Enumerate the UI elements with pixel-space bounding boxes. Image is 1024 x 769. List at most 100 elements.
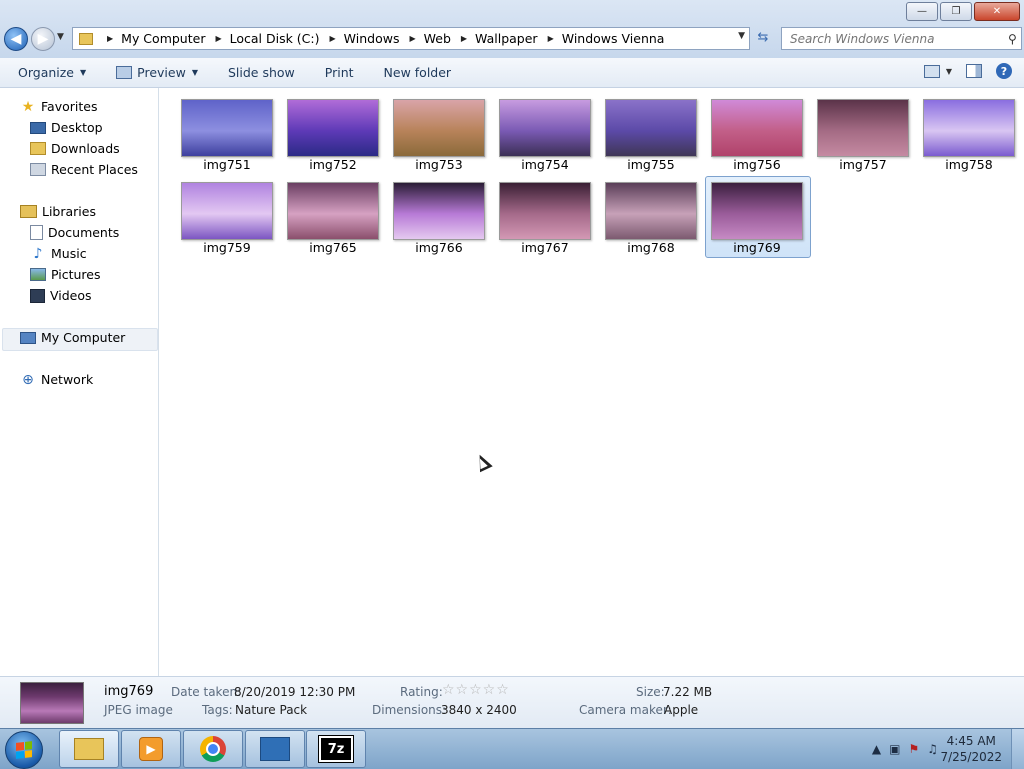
file-tile[interactable]: img767 xyxy=(493,176,599,258)
computer-icon xyxy=(20,331,36,344)
breadcrumb-local-disk[interactable]: Local Disk (C:) xyxy=(230,31,320,46)
breadcrumb-wallpaper[interactable]: Wallpaper xyxy=(475,31,538,46)
file-tile[interactable]: img765 xyxy=(281,176,387,258)
file-name-label: img754 xyxy=(521,157,569,172)
volume-icon[interactable]: ♫ xyxy=(927,742,938,756)
action-center-icon[interactable]: ⚑ xyxy=(908,742,919,756)
file-tile[interactable]: img759 xyxy=(175,176,281,258)
file-name-label: img756 xyxy=(733,157,781,172)
image-thumbnail xyxy=(181,99,273,157)
show-desktop-button[interactable] xyxy=(1011,729,1024,769)
chevron-right-icon[interactable]: ▶ xyxy=(409,34,415,43)
chevron-right-icon[interactable]: ▶ xyxy=(330,34,336,43)
taskbar-explorer-button[interactable] xyxy=(59,730,119,768)
breadcrumb-windows[interactable]: Windows xyxy=(344,31,400,46)
image-thumbnail xyxy=(499,99,591,157)
chevron-down-icon: ▼ xyxy=(80,68,87,77)
nav-downloads[interactable]: Downloads xyxy=(30,141,120,156)
chevron-right-icon[interactable]: ▶ xyxy=(107,34,113,43)
file-tile[interactable]: img768 xyxy=(599,176,705,258)
file-name-label: img768 xyxy=(627,240,675,255)
back-button[interactable]: ◀ xyxy=(4,27,28,51)
chevron-right-icon[interactable]: ▶ xyxy=(548,34,554,43)
system-tray: ▲ ▣ ⚑ ♫ xyxy=(872,742,938,756)
network-icon: ⊕ xyxy=(22,371,34,388)
nav-label: Network xyxy=(41,372,94,387)
file-tile[interactable]: img766 xyxy=(387,176,493,258)
show-hidden-icons-icon[interactable]: ▲ xyxy=(872,742,881,756)
file-name-label: img757 xyxy=(839,157,887,172)
chevron-right-icon[interactable]: ▶ xyxy=(461,34,467,43)
file-name-label: img758 xyxy=(945,157,993,172)
search-box[interactable]: ⚲ xyxy=(781,27,1022,50)
print-button[interactable]: Print xyxy=(325,65,354,80)
new-folder-button[interactable]: New folder xyxy=(384,65,452,80)
address-bar[interactable]: ▶ My Computer ▶ Local Disk (C:) ▶ Window… xyxy=(72,27,750,50)
file-tile[interactable]: img756 xyxy=(705,93,811,175)
chevron-right-icon[interactable]: ▶ xyxy=(215,34,221,43)
file-tile[interactable]: img753 xyxy=(387,93,493,175)
help-icon[interactable]: ? xyxy=(996,63,1012,79)
nav-documents[interactable]: Documents xyxy=(30,225,119,240)
rating-label: Rating: xyxy=(400,685,443,699)
file-tile[interactable]: img755 xyxy=(599,93,705,175)
preview-pane-icon[interactable] xyxy=(966,64,982,78)
preview-button[interactable]: Preview ▼ xyxy=(116,65,198,80)
nav-libraries[interactable]: Libraries xyxy=(20,204,96,219)
details-pane: img769 JPEG image Date taken: 8/20/2019 … xyxy=(0,676,1024,729)
file-tile[interactable]: img754 xyxy=(493,93,599,175)
network-status-icon[interactable]: ▣ xyxy=(889,742,900,756)
image-thumbnail xyxy=(711,182,803,240)
file-tile[interactable]: img758 xyxy=(917,93,1023,175)
nav-my-computer[interactable]: My Computer xyxy=(20,330,125,345)
recent-pages-dropdown[interactable]: ▼ xyxy=(57,32,64,42)
file-name-label: img767 xyxy=(521,240,569,255)
breadcrumb-web[interactable]: Web xyxy=(424,31,451,46)
search-input[interactable] xyxy=(788,30,1002,47)
nav-network[interactable]: ⊕ Network xyxy=(20,371,94,388)
file-name-label: img752 xyxy=(309,157,357,172)
taskbar-7zip-button[interactable]: 7z xyxy=(306,730,366,768)
film-icon xyxy=(30,288,45,303)
taskbar-chrome-button[interactable] xyxy=(183,730,243,768)
maximize-button[interactable]: ❐ xyxy=(940,2,972,21)
nav-videos[interactable]: Videos xyxy=(30,288,92,303)
file-tile[interactable]: img757 xyxy=(811,93,917,175)
file-tile[interactable]: img769 xyxy=(705,176,811,258)
nav-label: Documents xyxy=(48,225,120,240)
nav-music[interactable]: ♪ Music xyxy=(30,246,87,262)
taskbar-clock[interactable]: 4:45 AM 7/25/2022 xyxy=(940,733,1002,765)
organize-button[interactable]: Organize ▼ xyxy=(18,65,86,80)
details-file-type: JPEG image xyxy=(104,703,173,717)
nav-recent-places[interactable]: Recent Places xyxy=(30,162,138,177)
breadcrumb-windows-vienna[interactable]: Windows Vienna xyxy=(562,31,665,46)
nav-label: Favorites xyxy=(41,99,98,114)
date-taken-value[interactable]: 8/20/2019 12:30 PM xyxy=(234,685,355,699)
taskbar-control-panel-button[interactable] xyxy=(245,730,305,768)
refresh-button[interactable]: ⇆ xyxy=(752,27,774,48)
forward-button[interactable]: ▶ xyxy=(31,27,55,51)
tags-value[interactable]: Nature Pack xyxy=(235,703,307,717)
camera-maker-label: Camera maker: xyxy=(579,703,672,717)
taskbar: ▶ 7z ▲ ▣ ⚑ ♫ 4:45 AM 7/25/2022 xyxy=(0,728,1024,769)
minimize-button[interactable]: — xyxy=(906,2,938,21)
downloads-folder-icon xyxy=(30,142,46,155)
change-view-icon[interactable] xyxy=(923,64,940,78)
slideshow-button[interactable]: Slide show xyxy=(228,65,295,80)
taskbar-media-player-button[interactable]: ▶ xyxy=(121,730,181,768)
rating-stars[interactable]: ☆☆☆☆☆ xyxy=(442,682,510,698)
nav-pictures[interactable]: Pictures xyxy=(30,267,101,282)
control-panel-icon xyxy=(260,737,290,761)
camera-maker-value[interactable]: Apple xyxy=(664,703,698,717)
file-tile[interactable]: img752 xyxy=(281,93,387,175)
start-button[interactable] xyxy=(5,731,43,769)
search-icon[interactable]: ⚲ xyxy=(1008,32,1017,46)
chevron-down-icon[interactable]: ▼ xyxy=(946,67,952,76)
nav-desktop[interactable]: Desktop xyxy=(30,120,103,135)
window-titlebar: — ❐ ✕ ◀ ▶ ▼ ▶ My Computer ▶ Local Disk (… xyxy=(0,0,1024,59)
file-tile[interactable]: img751 xyxy=(175,93,281,175)
breadcrumb-my-computer[interactable]: My Computer xyxy=(121,31,205,46)
close-button[interactable]: ✕ xyxy=(974,2,1020,21)
nav-favorites[interactable]: ★ Favorites xyxy=(20,99,98,115)
address-dropdown-icon[interactable]: ▼ xyxy=(738,31,745,41)
